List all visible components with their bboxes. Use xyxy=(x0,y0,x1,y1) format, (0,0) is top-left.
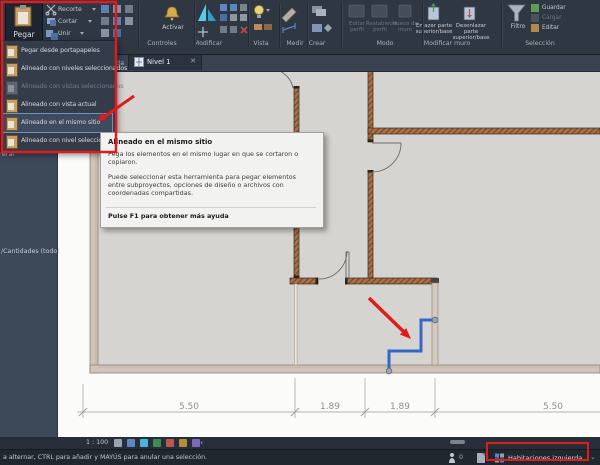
tooltip-help-hint: Pulse F1 para obtener más ayuda xyxy=(108,212,229,220)
tooltip-title: Alineado en el mismo sitio xyxy=(108,138,213,146)
ribbon-separator xyxy=(501,3,503,47)
person-icon[interactable] xyxy=(449,453,455,463)
tab-nivel-1[interactable]: Nivel 1 ✕ xyxy=(128,54,202,70)
thin-partition-wall[interactable] xyxy=(294,283,298,366)
ribbon-separator xyxy=(307,3,309,47)
crop-view-icon xyxy=(166,439,174,447)
delete-icon[interactable] xyxy=(240,26,248,34)
svg-text:1.89: 1.89 xyxy=(390,402,410,412)
load-selection-icon xyxy=(531,14,539,22)
group-label-controls: Controles xyxy=(147,40,177,47)
reset-profile-icon xyxy=(371,4,388,18)
align-icon[interactable] xyxy=(198,4,216,21)
drawing-area[interactable]: 5.50 1.89 1.89 5.50 xyxy=(57,71,600,437)
visual-style-icon xyxy=(127,439,135,447)
paste-icon xyxy=(6,45,18,59)
filter-icon[interactable] xyxy=(507,4,526,22)
crop-icon[interactable] xyxy=(45,4,57,16)
pipe-end-handle[interactable] xyxy=(385,367,393,375)
ribbon-separator xyxy=(248,3,250,47)
group-label-selection: Selección xyxy=(525,40,555,47)
close-icon[interactable]: ✕ xyxy=(190,58,196,65)
ribbon-separator xyxy=(194,3,196,47)
tooltip-body: Pega los elementos en el mismo lugar en … xyxy=(108,150,299,166)
view-control-bar: 1 : 100 ‹ xyxy=(0,437,600,449)
lightbulb-icon[interactable] xyxy=(254,5,271,19)
menu-item-paste-clipboard[interactable]: Pegar desde portapapeles xyxy=(2,42,112,60)
reset-profile-label: Restablecer perfil xyxy=(366,21,398,33)
clipboard-extra-icons[interactable] xyxy=(80,5,133,37)
measure-icon[interactable] xyxy=(282,23,296,33)
menu-item-aligned-selected-levels[interactable]: Alineado con niveles seleccionados xyxy=(2,60,127,78)
cut-button-label[interactable]: Cortar xyxy=(58,18,77,28)
doc-icon[interactable] xyxy=(477,453,485,463)
view-control-icons xyxy=(114,439,465,447)
svg-text:5.50: 5.50 xyxy=(543,402,563,412)
ruler-icon[interactable] xyxy=(281,7,297,23)
mid-wall[interactable] xyxy=(431,282,439,366)
tooltip-body: Puede seleccionar esta herramienta para … xyxy=(108,173,296,197)
workset-icon[interactable] xyxy=(495,453,504,463)
load-selection-label: Cargar xyxy=(542,15,562,21)
shadows-icon xyxy=(153,439,161,447)
move-icon[interactable] xyxy=(198,27,208,37)
group-label-mode: Modo xyxy=(376,40,394,47)
tooltip: Alineado en el mismo sitio Pega los elem… xyxy=(100,132,324,228)
chevron-down-icon[interactable]: ⌄ xyxy=(590,453,596,461)
activate-button-label[interactable]: Activar xyxy=(160,24,186,34)
detach-top-icon[interactable] xyxy=(463,6,476,21)
paste-icon xyxy=(6,135,18,149)
edit-profile-icon xyxy=(348,4,365,18)
browser-item-fragment[interactable]: eral xyxy=(2,151,14,158)
paste-icon xyxy=(6,99,18,113)
tooltip-divider xyxy=(106,207,316,208)
paste-dropdown-menu: Pegar desde portapapeles Alineado con ni… xyxy=(0,40,127,152)
revit-window: Pegar Recorte Cortar Unir Activar Editar… xyxy=(0,0,600,465)
join-button-label[interactable]: Unir xyxy=(58,30,71,40)
ribbon-separator xyxy=(138,3,140,47)
paste-icon xyxy=(6,63,18,77)
editable-count: 0 xyxy=(459,454,464,461)
detail-level-icon xyxy=(114,439,122,447)
wall-opening-icon xyxy=(398,4,412,18)
collapse-icon[interactable]: ‹ xyxy=(200,438,203,447)
scroll-thumb xyxy=(450,440,465,444)
browser-item-fragment[interactable]: /Cantidades (todo) xyxy=(1,248,60,255)
paste-icon xyxy=(6,117,18,131)
detach-top-label[interactable]: Desenlazar parte superior/base xyxy=(448,23,494,41)
sun-path-icon xyxy=(140,439,148,447)
bell-icon[interactable] xyxy=(164,6,180,21)
group-label-modify: Modificar xyxy=(193,40,223,47)
view-edit-icons[interactable] xyxy=(254,24,272,30)
save-selection-icon[interactable] xyxy=(531,4,539,12)
create-icons[interactable] xyxy=(312,6,332,32)
filter-label[interactable]: Filtro xyxy=(505,24,531,30)
plan-view-icon xyxy=(134,57,144,67)
svg-text:5.50: 5.50 xyxy=(179,402,199,412)
ribbon-separator xyxy=(341,3,343,47)
group-label-modify-wall: Modificar muro xyxy=(423,40,471,47)
attach-top-icon[interactable] xyxy=(427,3,440,21)
save-selection-label[interactable]: Guardar xyxy=(542,5,566,15)
join-icon[interactable] xyxy=(46,30,58,40)
edit-selection-icon[interactable] xyxy=(531,24,539,32)
pipe-end-handle[interactable] xyxy=(431,316,439,324)
group-label-create: Crear xyxy=(308,40,326,47)
paste-icon xyxy=(6,81,18,95)
status-bar: a alternar, CTRL para añadir y MAYÚS par… xyxy=(0,449,600,465)
tab-label: Nivel 1 xyxy=(147,58,171,66)
ribbon-separator xyxy=(279,3,281,47)
crop-region-icon xyxy=(179,439,187,447)
crop-button-label[interactable]: Recorte xyxy=(58,6,82,16)
ribbon-separator xyxy=(422,3,424,47)
edit-selection-label[interactable]: Editar xyxy=(542,25,559,35)
workset-selector[interactable]: Habitaciones izquierda xyxy=(508,454,582,462)
menu-item-aligned-same-place[interactable]: Alineado en el mismo sitio xyxy=(1,113,113,133)
svg-text:1.89: 1.89 xyxy=(320,402,340,412)
menu-item-aligned-selected-views: Alineado con vistas seleccionadas xyxy=(2,78,124,96)
hide-elements-icon xyxy=(192,439,200,447)
menu-item-aligned-current-view[interactable]: Alineado con vista actual xyxy=(2,96,112,114)
menu-item-aligned-selected-level[interactable]: Alineado con nivel seleccionado xyxy=(2,132,117,150)
cut-icon[interactable] xyxy=(47,18,56,26)
